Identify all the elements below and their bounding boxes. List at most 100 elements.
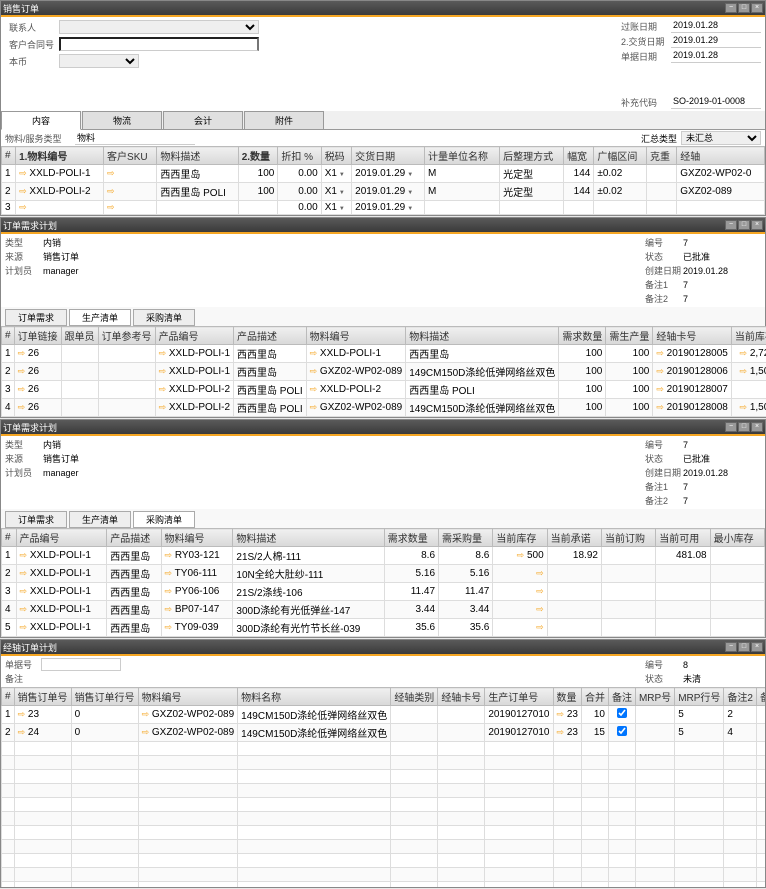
table-row[interactable] [2,798,766,812]
link-arrow-icon[interactable]: ⇨ [18,727,26,737]
link-arrow-icon[interactable]: ⇨ [18,366,26,376]
link-arrow-icon[interactable]: ⇨ [165,586,173,596]
post-date[interactable]: 2019.01.28 [671,20,761,33]
link-arrow-icon[interactable]: ⇨ [740,348,748,358]
table-row[interactable] [2,756,766,770]
table-row[interactable] [2,882,766,888]
table-row[interactable]: 1⇨ XXLD-POLI-1⇨西西里岛1000.00X12019.01.29M光… [2,165,765,183]
link-arrow-icon[interactable]: ⇨ [310,348,318,358]
table-row[interactable]: 4⇨ 26⇨ XXLD-POLI-2西西里岛 POLI⇨ GXZ02-WP02-… [2,399,766,417]
contact-select[interactable] [59,20,259,34]
supp-code[interactable]: SO-2019-01-0008 [671,96,761,109]
link-arrow-icon[interactable]: ⇨ [310,402,318,412]
table-row[interactable]: 3⇨ XXLD-POLI-1西西里岛⇨ PY06-10621S/2涤线-1061… [2,583,765,601]
table-row[interactable] [2,826,766,840]
link-arrow-icon[interactable]: ⇨ [656,402,664,412]
table-row[interactable] [2,812,766,826]
link-arrow-icon[interactable]: ⇨ [19,168,27,178]
link-arrow-icon[interactable]: ⇨ [20,550,28,560]
link-arrow-icon[interactable]: ⇨ [656,366,664,376]
link-arrow-icon[interactable]: ⇨ [18,402,26,412]
close-icon[interactable]: × [751,220,763,230]
table-row[interactable] [2,770,766,784]
merge-checkbox[interactable] [617,708,627,718]
link-arrow-icon[interactable]: ⇨ [536,568,544,578]
link-arrow-icon[interactable]: ⇨ [656,348,664,358]
currency-select[interactable] [59,54,139,68]
svc-type[interactable]: 物料 [75,131,195,145]
close-icon[interactable]: × [751,3,763,13]
link-arrow-icon[interactable]: ⇨ [19,202,27,212]
maximize-icon[interactable]: □ [738,422,750,432]
table-row[interactable]: 1⇨ XXLD-POLI-1西西里岛⇨ RY03-12121S/2人棉-1118… [2,547,765,565]
subtab-purchase[interactable]: 采购清单 [133,309,195,326]
docno-input[interactable] [41,658,121,671]
link-arrow-icon[interactable]: ⇨ [20,568,28,578]
link-arrow-icon[interactable]: ⇨ [159,348,167,358]
table-row[interactable]: 2⇨ XXLD-POLI-1西西里岛⇨ TY06-11110N全纶大肚纱-111… [2,565,765,583]
subtab-purchase[interactable]: 采购清单 [133,511,195,528]
table-row[interactable]: 5⇨ XXLD-POLI-1西西里岛⇨ TY09-039300D涤纶有光竹节长丝… [2,619,765,637]
tab-logistics[interactable]: 物流 [82,111,162,129]
tab-content[interactable]: 内容 [1,111,81,130]
link-arrow-icon[interactable]: ⇨ [165,604,173,614]
link-arrow-icon[interactable]: ⇨ [536,604,544,614]
link-arrow-icon[interactable]: ⇨ [517,550,525,560]
minimize-icon[interactable]: − [725,642,737,652]
summary-select[interactable]: 未汇总 [681,131,761,145]
link-arrow-icon[interactable]: ⇨ [165,568,173,578]
table-row[interactable] [2,854,766,868]
custno-input[interactable] [59,37,259,51]
link-arrow-icon[interactable]: ⇨ [20,604,28,614]
link-arrow-icon[interactable]: ⇨ [165,550,173,560]
table-row[interactable]: 2⇨ 26⇨ XXLD-POLI-1西西里岛⇨ GXZ02-WP02-08914… [2,363,766,381]
tab-accounting[interactable]: 会计 [163,111,243,129]
link-arrow-icon[interactable]: ⇨ [107,168,115,178]
maximize-icon[interactable]: □ [738,3,750,13]
link-arrow-icon[interactable]: ⇨ [18,384,26,394]
table-row[interactable] [2,742,766,756]
link-arrow-icon[interactable]: ⇨ [310,366,318,376]
subtab-demand[interactable]: 订单需求 [5,511,67,528]
table-row[interactable]: 2⇨ XXLD-POLI-2⇨西西里岛 POLI1000.00X12019.01… [2,183,765,201]
link-arrow-icon[interactable]: ⇨ [536,586,544,596]
subtab-production[interactable]: 生产清单 [69,511,131,528]
link-arrow-icon[interactable]: ⇨ [20,586,28,596]
link-arrow-icon[interactable]: ⇨ [18,709,26,719]
link-arrow-icon[interactable]: ⇨ [107,186,115,196]
link-arrow-icon[interactable]: ⇨ [142,727,150,737]
table-row[interactable] [2,840,766,854]
link-arrow-icon[interactable]: ⇨ [20,622,28,632]
table-row[interactable]: 2⇨ 240⇨ GXZ02-WP02-089149CM150D涤纶低弹网络丝双色… [2,724,766,742]
minimize-icon[interactable]: − [725,220,737,230]
link-arrow-icon[interactable]: ⇨ [557,709,565,719]
link-arrow-icon[interactable]: ⇨ [142,709,150,719]
maximize-icon[interactable]: □ [738,642,750,652]
table-row[interactable]: 1⇨ 230⇨ GXZ02-WP02-089149CM150D涤纶低弹网络丝双色… [2,706,766,724]
link-arrow-icon[interactable]: ⇨ [18,348,26,358]
minimize-icon[interactable]: − [725,422,737,432]
link-arrow-icon[interactable]: ⇨ [310,384,318,394]
doc-date[interactable]: 2019.01.28 [671,50,761,63]
link-arrow-icon[interactable]: ⇨ [536,622,544,632]
table-row[interactable]: 3⇨ ⇨0.00X12019.01.29 [2,201,765,215]
delivery-date[interactable]: 2019.01.29 [671,35,761,48]
link-arrow-icon[interactable]: ⇨ [159,366,167,376]
table-row[interactable]: 4⇨ XXLD-POLI-1西西里岛⇨ BP07-147300D涤纶有光低弹丝-… [2,601,765,619]
maximize-icon[interactable]: □ [738,220,750,230]
merge-checkbox[interactable] [617,726,627,736]
close-icon[interactable]: × [751,422,763,432]
subtab-demand[interactable]: 订单需求 [5,309,67,326]
tab-attachment[interactable]: 附件 [244,111,324,129]
subtab-production[interactable]: 生产清单 [69,309,131,326]
link-arrow-icon[interactable]: ⇨ [107,202,115,212]
table-row[interactable] [2,784,766,798]
table-row[interactable] [2,868,766,882]
link-arrow-icon[interactable]: ⇨ [159,402,167,412]
link-arrow-icon[interactable]: ⇨ [656,384,664,394]
minimize-icon[interactable]: − [725,3,737,13]
table-row[interactable]: 1⇨ 26⇨ XXLD-POLI-1西西里岛⇨ XXLD-POLI-1西西里岛1… [2,345,766,363]
link-arrow-icon[interactable]: ⇨ [165,622,173,632]
table-row[interactable]: 3⇨ 26⇨ XXLD-POLI-2西西里岛 POLI⇨ XXLD-POLI-2… [2,381,766,399]
close-icon[interactable]: × [751,642,763,652]
